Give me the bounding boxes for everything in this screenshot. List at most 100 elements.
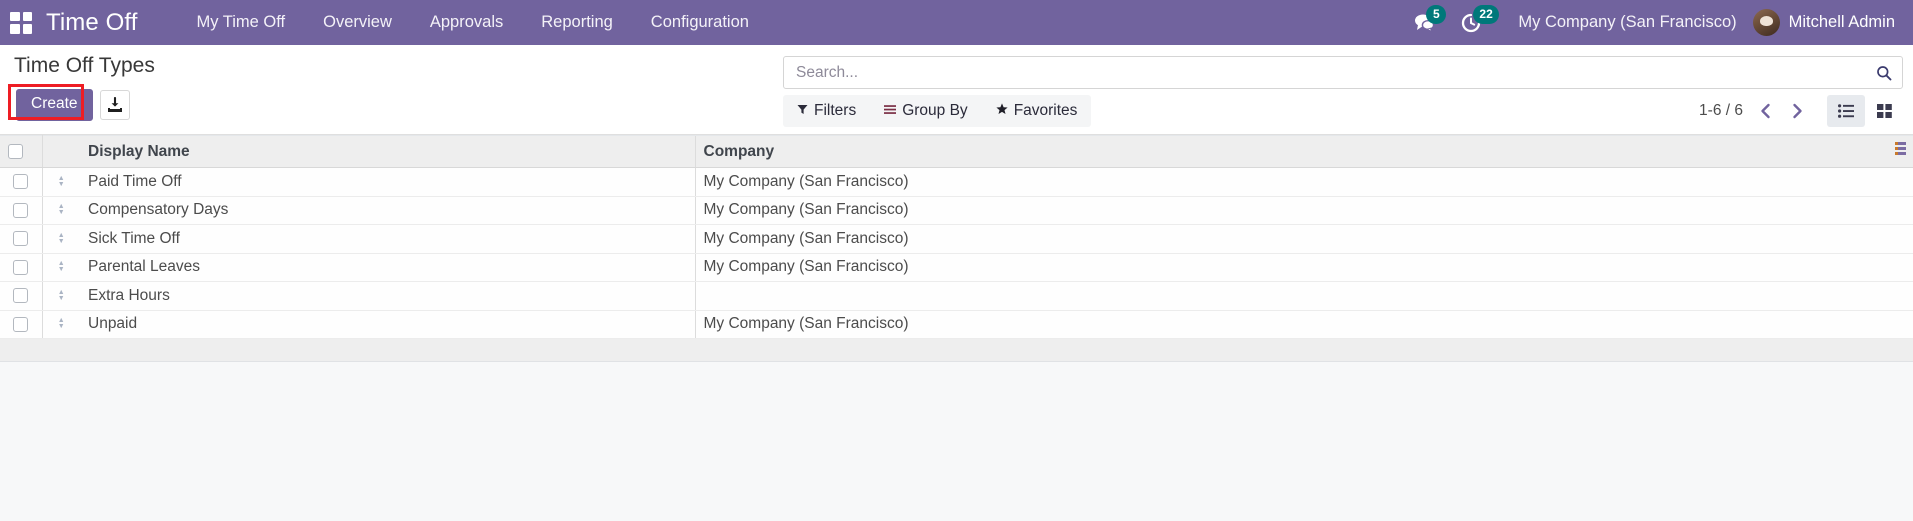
drag-handle-icon[interactable]: ▲ ▼ — [58, 232, 65, 245]
row-select-cell — [0, 224, 43, 254]
cell-company: My Company (San Francisco) — [694, 253, 1887, 282]
table-row[interactable]: ▲ ▼ Sick Time Off My Company (San Francisco… — [0, 224, 1913, 254]
row-checkbox[interactable] — [13, 174, 29, 190]
group-by-label: Group By — [902, 102, 968, 119]
row-select-cell — [0, 253, 43, 282]
create-button[interactable]: Create — [16, 89, 93, 121]
drag-handle-icon[interactable]: ▲ ▼ — [58, 175, 65, 188]
page-title: Time Off Types — [14, 54, 155, 77]
filter-group: Filters Group By Favorites — [783, 95, 1092, 127]
apps-grid-cell — [22, 11, 32, 21]
optional-columns-bar — [1895, 141, 1906, 145]
cell-display-name: Compensatory Days — [80, 196, 695, 225]
table-body: ▲ ▼ Paid Time Off My Company (San Francisco… — [0, 167, 1913, 339]
activities-badge: 22 — [1473, 4, 1499, 24]
bars-icon — [884, 102, 897, 120]
filters-button[interactable]: Filters — [783, 95, 870, 127]
row-checkbox[interactable] — [13, 288, 29, 304]
user-menu[interactable]: Mitchell Admin — [1752, 9, 1899, 36]
row-select-cell — [0, 310, 43, 339]
row-select-cell — [0, 281, 43, 311]
company-switcher[interactable]: My Company (San Francisco) — [1518, 13, 1736, 32]
column-header-display-name[interactable]: Display Name — [80, 135, 695, 168]
row-select-cell — [0, 196, 43, 225]
table-row[interactable]: ▲ ▼ Extra Hours — [0, 281, 1913, 311]
kanban-view-button[interactable] — [1865, 95, 1903, 127]
table-header-row: Display Name Company — [0, 135, 1913, 168]
apps-grid-cell — [10, 24, 20, 34]
export-download-icon[interactable] — [99, 89, 130, 120]
drag-handle-icon[interactable]: ▲ ▼ — [58, 203, 65, 216]
cell-display-name: Sick Time Off — [80, 224, 695, 254]
row-select-cell — [0, 167, 43, 197]
page-background — [0, 362, 1913, 462]
row-handle-cell: ▲ ▼ — [42, 310, 80, 339]
table-row[interactable]: ▲ ▼ Paid Time Off My Company (San Francisco… — [0, 167, 1913, 197]
row-optional-cell — [1887, 310, 1913, 339]
drag-handle-icon[interactable]: ▲ ▼ — [58, 289, 65, 302]
row-optional-cell — [1887, 224, 1913, 254]
drag-handle-icon[interactable]: ▲ ▼ — [58, 317, 65, 330]
row-handle-cell: ▲ ▼ — [42, 167, 80, 197]
optional-columns-toggle-icon[interactable] — [1887, 135, 1913, 168]
row-checkbox[interactable] — [13, 316, 29, 332]
search-options-row: Filters Group By Favorites 1-6 / 6 — [783, 95, 1903, 127]
apps-grid-cell — [22, 24, 32, 34]
star-icon — [996, 102, 1008, 120]
messages-badge: 5 — [1426, 5, 1447, 24]
pager: 1-6 / 6 — [1693, 95, 1903, 127]
table-row[interactable]: ▲ ▼ Parental Leaves My Company (San Francis… — [0, 253, 1913, 282]
favorites-label: Favorites — [1013, 102, 1078, 119]
row-handle-cell: ▲ ▼ — [42, 196, 80, 225]
search-input[interactable] — [794, 58, 1870, 87]
favorites-button[interactable]: Favorites — [982, 95, 1092, 127]
main-menu: My Time Off Overview Approvals Reporting… — [177, 0, 767, 45]
nav-item-configuration[interactable]: Configuration — [632, 0, 768, 45]
activity-clock-icon[interactable]: 22 — [1461, 4, 1499, 33]
cell-company: My Company (San Francisco) — [694, 167, 1887, 197]
table-row[interactable]: ▲ ▼ Unpaid My Company (San Francisco) — [0, 310, 1913, 339]
row-optional-cell — [1887, 253, 1913, 282]
table-row[interactable]: ▲ ▼ Compensatory Days My Company (San Franc… — [0, 196, 1913, 225]
view-switcher — [1827, 95, 1903, 127]
row-handle-cell: ▲ ▼ — [42, 281, 80, 311]
search-icon[interactable] — [1870, 59, 1898, 86]
row-handle-cell: ▲ ▼ — [42, 224, 80, 254]
table-header: Display Name Company — [0, 135, 1913, 168]
user-name-label: Mitchell Admin — [1788, 13, 1895, 31]
select-all-checkbox[interactable] — [8, 143, 23, 159]
optional-columns-bar — [1895, 151, 1906, 155]
column-header-company[interactable]: Company — [694, 135, 1887, 168]
optional-columns-glyph — [1895, 141, 1906, 157]
group-by-button[interactable]: Group By — [870, 95, 981, 127]
chevron-left-icon[interactable] — [1749, 95, 1781, 127]
row-optional-cell — [1887, 196, 1913, 225]
avatar — [1752, 9, 1780, 36]
app-brand-title[interactable]: Time Off — [46, 9, 137, 37]
row-checkbox[interactable] — [13, 202, 29, 218]
apps-grid-icon[interactable] — [10, 11, 32, 34]
handle-header — [42, 135, 80, 168]
nav-item-reporting[interactable]: Reporting — [522, 0, 632, 45]
nav-item-approvals[interactable]: Approvals — [411, 0, 522, 45]
time-off-types-table: Display Name Company ▲ ▼ Paid Time Off My C… — [0, 135, 1913, 339]
list-view-button[interactable] — [1827, 95, 1865, 127]
nav-item-my-time-off[interactable]: My Time Off — [177, 0, 304, 45]
navbar-right-tools: 5 22 My Company (San Francisco) Mitchell… — [1401, 0, 1899, 45]
cell-display-name: Parental Leaves — [80, 253, 695, 282]
table-footer — [0, 339, 1913, 362]
select-all-header — [0, 135, 43, 168]
row-checkbox[interactable] — [13, 231, 29, 247]
row-checkbox[interactable] — [13, 259, 29, 275]
row-optional-cell — [1887, 281, 1913, 311]
list-view: Display Name Company ▲ ▼ Paid Time Off My C… — [0, 135, 1913, 362]
cell-company: My Company (San Francisco) — [694, 310, 1887, 339]
messages-icon[interactable]: 5 — [1414, 5, 1447, 32]
drag-handle-icon[interactable]: ▲ ▼ — [58, 260, 65, 273]
search-box[interactable] — [783, 56, 1903, 89]
control-panel-buttons: Create — [16, 89, 130, 121]
cell-display-name: Paid Time Off — [80, 167, 695, 197]
nav-item-overview[interactable]: Overview — [304, 0, 411, 45]
chevron-right-icon[interactable] — [1781, 95, 1813, 127]
pager-count[interactable]: 1-6 / 6 — [1693, 102, 1749, 120]
